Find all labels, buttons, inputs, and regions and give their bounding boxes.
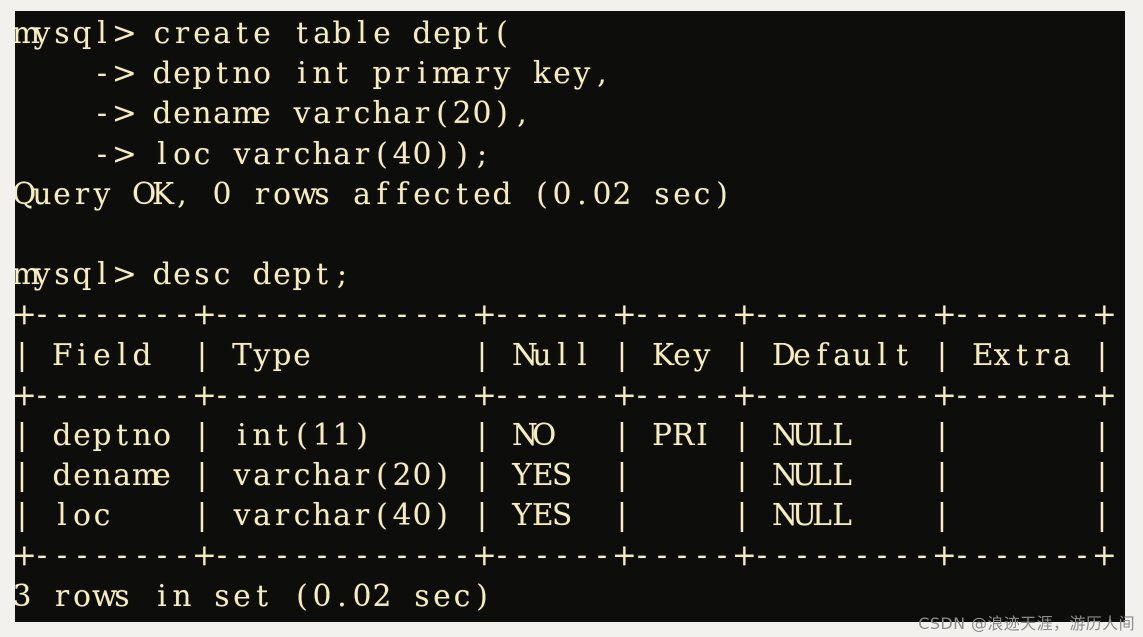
console-line: - > dename va r cha r(20),	[97, 96, 527, 131]
console-line: +--------+-------------+------+-----+---…	[15, 538, 1117, 573]
console-output-text: mysql> create table dept( -> deptno int …	[15, 13, 1117, 616]
console-line: +--------+-------------+------+-----+---…	[15, 377, 1117, 412]
console-line: Query OK, 0 rows affected (0.02 sec)	[15, 176, 728, 211]
console-line: mysql> create table dept(	[15, 16, 508, 50]
console-line: | Field | Type | Nu l l | Key | De f au l t | …	[17, 337, 1107, 372]
console-line: +--------+-------------+------+-----+---…	[15, 297, 1117, 332]
console-line: | dep t no | i n t(11) | NO | PRI | NULL | |	[17, 417, 1107, 452]
console-line: - > dep t no int p r i ma r y key,	[97, 56, 607, 91]
console-line: | l oc | va r cha r(40) | YES | | NULL | |	[17, 498, 1107, 533]
screenshot-page: mysql> create table dept( -> deptno int …	[0, 0, 1143, 637]
csdn-watermark: CSDN @浪迹天涯，游历人间	[918, 614, 1135, 633]
console-line: mysql> desc dept;	[15, 257, 347, 292]
console-line: | dename | va r cha r(20) | YES | | NULL | …	[17, 458, 1107, 493]
mysql-terminal-console[interactable]: mysql> create table dept( -> deptno int …	[15, 11, 1125, 622]
console-line: - > l oc va r cha r(40));	[97, 136, 487, 171]
